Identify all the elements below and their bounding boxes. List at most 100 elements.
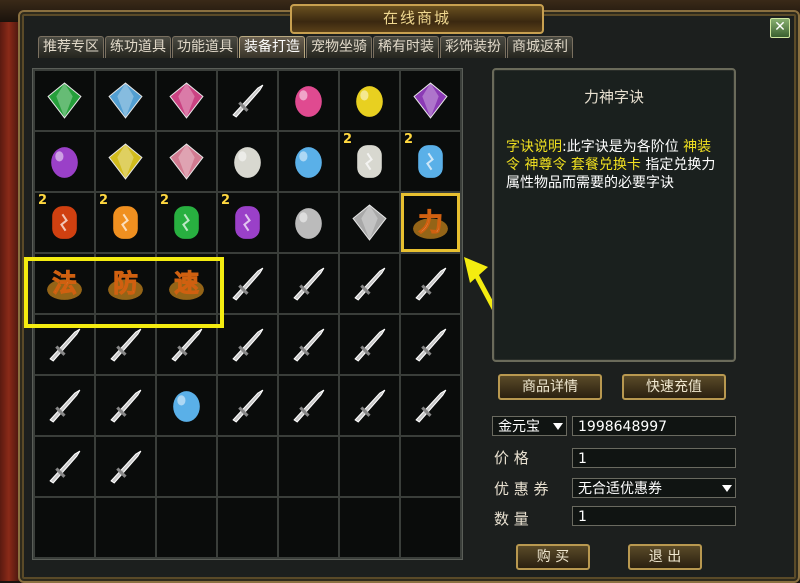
silver-blade-icon [293, 267, 325, 301]
item-slot[interactable] [279, 376, 338, 435]
empty-slot [96, 498, 155, 557]
item-slot[interactable] [279, 315, 338, 374]
item-description: 字诀说明:此字诀是为各阶位 神装令 神尊令 套餐兑换卡 指定兑换力属性物品而需要… [506, 138, 718, 192]
item-slot[interactable] [157, 71, 216, 130]
item-slot[interactable] [218, 132, 277, 191]
item-slot[interactable] [279, 254, 338, 313]
blue-diamond-icon [108, 82, 143, 119]
silver-feather-blade-icon [293, 328, 325, 362]
silver-chestplate-icon [415, 389, 447, 423]
empty-slot [340, 498, 399, 557]
svg-text:力: 力 [418, 208, 443, 237]
annotation-highlight-box [24, 257, 224, 328]
item-slot[interactable]: 2 [96, 193, 155, 252]
item-slot[interactable] [157, 376, 216, 435]
balance-field: 1998648997 [572, 416, 736, 436]
item-count: 2 [160, 193, 170, 208]
item-slot[interactable] [340, 71, 399, 130]
item-slot[interactable] [96, 376, 155, 435]
pink-egg-gem-icon [295, 86, 322, 117]
desc-label: 字诀说明 [506, 139, 562, 155]
silver-bow-icon [49, 389, 81, 423]
silver-boots-icon [110, 450, 142, 484]
item-slot[interactable] [401, 71, 460, 130]
item-slot[interactable] [35, 71, 94, 130]
quantity-input[interactable]: 1 [572, 506, 736, 526]
item-details-button[interactable]: 商品详情 [498, 374, 602, 400]
close-button[interactable]: ✕ [770, 18, 790, 38]
coupon-select[interactable]: 无合适优惠券 [572, 478, 736, 498]
item-slot[interactable] [35, 132, 94, 191]
tab-6[interactable]: 彩饰装扮 [440, 36, 506, 58]
silver-ornament-icon [232, 328, 264, 362]
empty-slot [401, 498, 460, 557]
blue-orb-stand-icon [295, 147, 322, 178]
tab-0[interactable]: 推荐专区 [38, 36, 104, 58]
empty-slot [157, 498, 216, 557]
quick-recharge-button[interactable]: 快速充值 [622, 374, 726, 400]
empty-slot [35, 498, 94, 557]
silver-amulet-icon [232, 389, 264, 423]
empty-slot [401, 437, 460, 496]
yellow-egg-gem-icon [356, 86, 383, 117]
silver-gem-icon [232, 84, 264, 118]
blue-magic-orb-icon [173, 391, 200, 422]
tab-7[interactable]: 商城返利 [507, 36, 573, 58]
item-slot[interactable] [218, 254, 277, 313]
item-slot[interactable] [340, 376, 399, 435]
item-slot[interactable] [96, 437, 155, 496]
silver-helmet-icon [354, 389, 386, 423]
item-slot[interactable] [279, 71, 338, 130]
pearl-icon [234, 147, 261, 178]
item-slot[interactable] [35, 376, 94, 435]
item-slot[interactable] [96, 132, 155, 191]
silver-gloves-icon [49, 450, 81, 484]
tab-1[interactable]: 练功道具 [105, 36, 171, 58]
item-slot[interactable] [279, 132, 338, 191]
gem-pile-icon [352, 204, 387, 241]
tab-5[interactable]: 稀有时装 [373, 36, 439, 58]
item-slot[interactable] [218, 71, 277, 130]
empty-slot [340, 437, 399, 496]
item-slot[interactable] [35, 437, 94, 496]
item-slot[interactable]: 2 [218, 193, 277, 252]
tab-3[interactable]: 装备打造 [239, 36, 305, 58]
item-slot[interactable]: 2 [157, 193, 216, 252]
item-slot[interactable]: 2 [35, 193, 94, 252]
silver-claw-icon [415, 267, 447, 301]
ring-orb-icon [295, 208, 322, 239]
silver-staff-icon [415, 328, 447, 362]
chevron-down-icon [553, 423, 563, 430]
silver-necklace-icon [171, 328, 203, 362]
tab-2[interactable]: 功能道具 [172, 36, 238, 58]
silver-spear-icon [232, 267, 264, 301]
silver-axe-icon [110, 389, 142, 423]
item-slot[interactable]: 2 [340, 132, 399, 191]
item-name: 力神字诀 [583, 88, 644, 106]
item-slot[interactable] [401, 315, 460, 374]
item-slot[interactable] [340, 254, 399, 313]
item-slot[interactable] [340, 193, 399, 252]
item-count: 2 [404, 132, 414, 147]
item-slot[interactable]: 2 [401, 132, 460, 191]
item-slot[interactable] [401, 376, 460, 435]
item-slot[interactable] [218, 376, 277, 435]
item-slot[interactable] [218, 315, 277, 374]
item-slot[interactable] [401, 254, 460, 313]
empty-slot [218, 498, 277, 557]
shop-window: 在线商城 ✕ 推荐专区 练功道具 功能道具 装备打造 宠物坐骑 稀有时装 彩饰装扮 商城返利 … [18, 4, 800, 583]
item-slot[interactable] [279, 193, 338, 252]
tab-4[interactable]: 宠物坐骑 [306, 36, 372, 58]
purple-crystal-icon [413, 82, 448, 119]
item-slot[interactable]: 力 [401, 193, 460, 252]
quantity-label: 数 量 [494, 510, 529, 528]
exit-button[interactable]: 退 出 [628, 544, 702, 570]
currency-select[interactable]: 金元宝 [492, 416, 567, 436]
price-label: 价 格 [494, 449, 529, 467]
item-slot[interactable] [340, 315, 399, 374]
item-count: 2 [38, 193, 48, 208]
purple-rune-stone-icon [235, 206, 260, 239]
item-slot[interactable] [96, 71, 155, 130]
item-slot[interactable] [157, 132, 216, 191]
buy-button[interactable]: 购 买 [516, 544, 590, 570]
